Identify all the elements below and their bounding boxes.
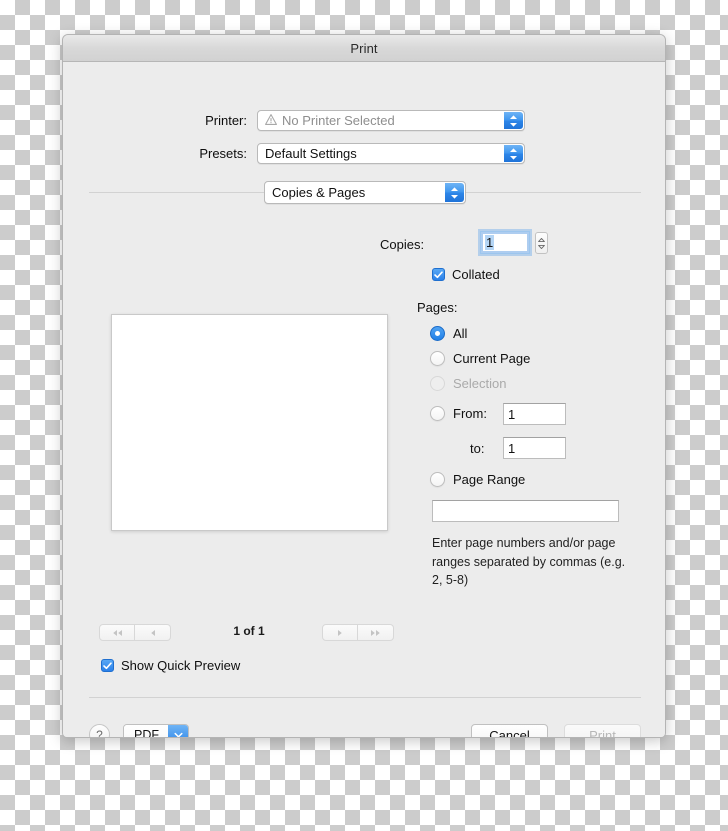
copies-input[interactable]: 1 xyxy=(480,231,530,254)
help-button[interactable]: ? xyxy=(89,724,110,738)
radio-selection-icon xyxy=(430,376,445,391)
pages-option-current-page[interactable]: Current Page xyxy=(430,351,530,366)
bottom-separator xyxy=(89,697,641,698)
from-page-value: 1 xyxy=(508,406,516,422)
pdf-label: PDF xyxy=(124,725,168,737)
pages-option-from[interactable]: From: xyxy=(430,406,487,421)
copies-value: 1 xyxy=(485,235,495,250)
to-page-label: to: xyxy=(470,441,485,456)
print-label: Print xyxy=(589,727,616,738)
to-page-value: 1 xyxy=(508,440,516,456)
next-page-icon xyxy=(338,629,342,636)
dialog-title: Print xyxy=(350,40,378,56)
chevron-up-down-icon[interactable] xyxy=(504,145,523,162)
presets-value: Default Settings xyxy=(265,146,357,161)
radio-from-icon[interactable] xyxy=(430,406,445,421)
pdf-button[interactable]: PDF xyxy=(123,724,189,737)
pages-option-all-label: All xyxy=(453,326,468,341)
pages-option-selection-label: Selection xyxy=(453,376,507,391)
show-quick-preview-checkbox[interactable] xyxy=(101,659,114,672)
first-page-button[interactable] xyxy=(99,624,135,641)
pane-popup-value: Copies & Pages xyxy=(272,185,366,200)
pages-option-page-range[interactable]: Page Range xyxy=(430,472,525,487)
print-button[interactable]: Print xyxy=(564,724,641,738)
cancel-label: Cancel xyxy=(489,727,530,738)
page-indicator: 1 of 1 xyxy=(233,624,265,638)
next-page-button[interactable] xyxy=(322,624,358,641)
collated-label: Collated xyxy=(452,267,500,282)
presets-label: Presets: xyxy=(199,146,247,161)
stepper-down-icon xyxy=(538,244,545,249)
radio-page-range-icon[interactable] xyxy=(430,472,445,487)
chevron-down-icon[interactable] xyxy=(168,725,188,737)
chevron-up-down-icon[interactable] xyxy=(445,183,464,202)
radio-all-icon[interactable] xyxy=(430,326,445,341)
stepper-up-icon xyxy=(538,237,545,242)
last-page-button[interactable] xyxy=(358,624,394,641)
from-page-input[interactable]: 1 xyxy=(503,403,566,425)
last-page-icon xyxy=(371,629,380,636)
preview-nav-back xyxy=(99,624,171,641)
preview-nav-forward xyxy=(322,624,394,641)
collated-row[interactable]: Collated xyxy=(432,267,500,282)
printer-popup-button[interactable]: No Printer Selected xyxy=(257,110,525,131)
printer-value: No Printer Selected xyxy=(282,113,395,128)
previous-page-button[interactable] xyxy=(135,624,171,641)
pages-label: Pages: xyxy=(417,300,458,315)
copies-label: Copies: xyxy=(380,237,425,252)
presets-row: Presets: Default Settings xyxy=(117,143,525,164)
first-page-icon xyxy=(112,629,122,636)
previous-page-icon xyxy=(150,629,155,636)
to-page-input[interactable]: 1 xyxy=(503,437,566,459)
show-quick-preview-label: Show Quick Preview xyxy=(121,658,241,673)
page-range-input[interactable] xyxy=(432,500,619,522)
radio-current-page-icon[interactable] xyxy=(430,351,445,366)
pages-option-all[interactable]: All xyxy=(430,326,467,341)
print-dialog: Print Printer: No Printer Selected Prese… xyxy=(62,34,666,738)
printer-row: Printer: No Printer Selected xyxy=(117,110,525,131)
pages-option-page-range-label: Page Range xyxy=(453,472,526,487)
dialog-titlebar[interactable]: Print xyxy=(63,35,665,62)
presets-popup-button[interactable]: Default Settings xyxy=(257,143,525,164)
pane-popup-button[interactable]: Copies & Pages xyxy=(264,181,466,204)
help-label: ? xyxy=(96,727,103,738)
pane-popup-wrapper: Copies & Pages xyxy=(264,181,466,204)
show-quick-preview-row[interactable]: Show Quick Preview xyxy=(101,658,240,673)
cancel-button[interactable]: Cancel xyxy=(471,724,548,738)
pages-option-selection: Selection xyxy=(430,376,506,391)
collated-checkbox[interactable] xyxy=(432,268,445,281)
pages-option-current-page-label: Current Page xyxy=(453,351,531,366)
chevron-up-down-icon[interactable] xyxy=(504,112,523,129)
pages-option-from-label: From: xyxy=(453,406,487,421)
dialog-body: Printer: No Printer Selected Presets: De… xyxy=(63,62,665,738)
warning-triangle-icon xyxy=(265,113,277,128)
page-range-hint: Enter page numbers and/or page ranges se… xyxy=(432,536,626,587)
copies-stepper[interactable] xyxy=(535,232,548,254)
printer-label: Printer: xyxy=(205,113,247,128)
print-preview-page xyxy=(111,314,388,531)
